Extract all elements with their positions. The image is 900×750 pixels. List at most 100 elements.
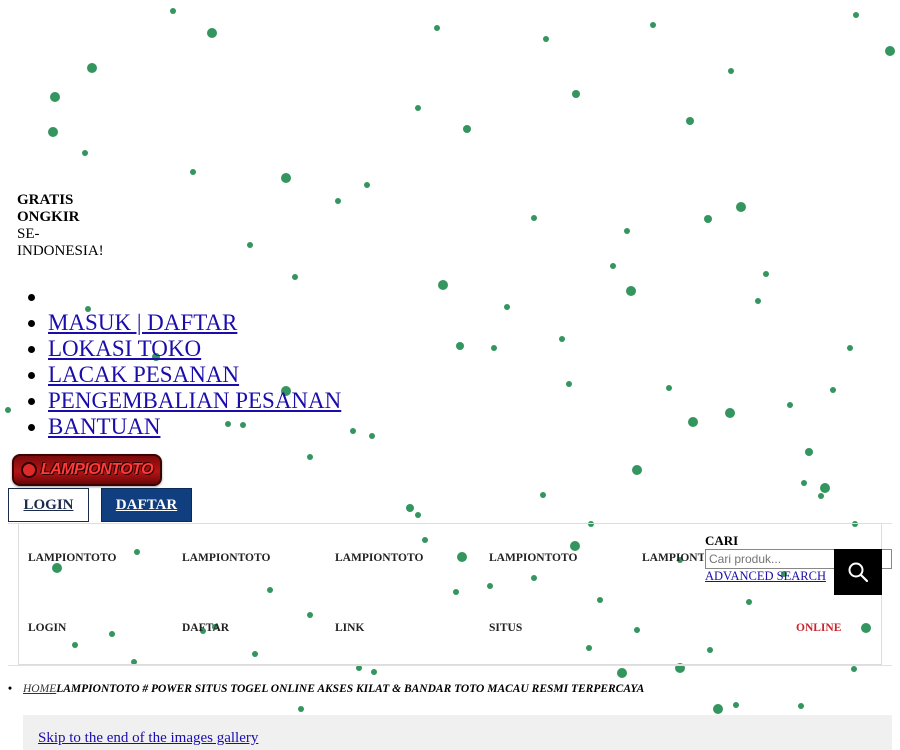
decorative-dot: [566, 381, 572, 387]
nav-item[interactable]: LAMPIONTOTO: [489, 552, 577, 564]
decorative-dot: [818, 493, 824, 499]
decorative-dot: [851, 666, 857, 672]
advanced-search-link[interactable]: ADVANCED SEARCH: [705, 569, 826, 584]
skip-gallery-link[interactable]: Skip to the end of the images gallery: [38, 730, 258, 747]
decorative-dot: [406, 504, 414, 512]
decorative-dot: [733, 702, 739, 708]
top-links-list: MASUK | DAFTAR LOKASI TOKO LACAK PESANAN…: [48, 284, 341, 440]
login-button[interactable]: LOGIN: [8, 488, 89, 522]
decorative-dot: [559, 336, 565, 342]
decorative-dot: [650, 22, 656, 28]
decorative-dot: [540, 492, 546, 498]
decorative-dot: [728, 68, 734, 74]
decorative-dot: [335, 198, 341, 204]
decorative-dot: [624, 228, 630, 234]
decorative-dot: [170, 8, 176, 14]
store-location-link[interactable]: LOKASI TOKO: [48, 336, 201, 361]
decorative-dot: [617, 668, 627, 678]
decorative-dot: [364, 182, 370, 188]
search-icon: [848, 562, 869, 583]
top-link-item: LOKASI TOKO: [48, 336, 341, 362]
divider: [8, 665, 892, 666]
promo-line-1: GRATIS: [17, 192, 74, 208]
gallery-section: Skip to the end of the images gallery: [23, 715, 892, 750]
decorative-dot: [307, 454, 313, 460]
order-return-link[interactable]: PENGEMBALIAN PESANAN: [48, 388, 341, 413]
decorative-dot: [292, 274, 298, 280]
nav-item-link[interactable]: LINK: [335, 622, 364, 634]
breadcrumb-home-link[interactable]: HOME: [23, 683, 56, 695]
decorative-dot: [688, 417, 698, 427]
decorative-dot: [491, 345, 497, 351]
promo-line-3: SE-: [17, 226, 40, 242]
decorative-dot: [847, 345, 853, 351]
promo-line-4: INDONESIA!: [17, 243, 104, 259]
nav-item-situs[interactable]: SITUS: [489, 622, 522, 634]
decorative-dot: [438, 280, 448, 290]
track-order-link[interactable]: LACAK PESANAN: [48, 362, 239, 387]
nav-item-daftar[interactable]: DAFTAR: [182, 622, 229, 634]
decorative-dot: [543, 36, 549, 42]
decorative-dot: [504, 304, 510, 310]
decorative-dot: [82, 150, 88, 156]
decorative-dot: [853, 12, 859, 18]
decorative-dot: [434, 25, 440, 31]
breadcrumb-bullet: •: [8, 683, 13, 695]
decorative-dot: [798, 703, 804, 709]
help-link[interactable]: BANTUAN: [48, 414, 160, 439]
main-navigation: [18, 523, 882, 665]
decorative-dot: [763, 271, 769, 277]
lantern-icon: [20, 462, 37, 478]
decorative-dot: [463, 125, 471, 133]
decorative-dot: [48, 127, 58, 137]
decorative-dot: [87, 63, 97, 73]
decorative-dot: [456, 342, 464, 350]
decorative-dot: [298, 706, 304, 712]
decorative-dot: [207, 28, 217, 38]
site-logo[interactable]: LAMPIONTOTO: [12, 454, 162, 486]
register-button[interactable]: DAFTAR: [101, 488, 192, 522]
nav-item[interactable]: LAMPIONTOTO: [335, 552, 423, 564]
decorative-dot: [415, 512, 421, 518]
decorative-dot: [531, 215, 537, 221]
search-label: CARI: [705, 533, 739, 548]
decorative-dot: [755, 298, 761, 304]
decorative-dot: [190, 169, 196, 175]
decorative-dot: [371, 669, 377, 675]
breadcrumb: • HOMELAMPIONTOTO # POWER SITUS TOGEL ON…: [8, 683, 645, 695]
top-link-item: PENGEMBALIAN PESANAN: [48, 388, 341, 414]
top-link-item: BANTUAN: [48, 414, 341, 440]
decorative-dot: [610, 263, 616, 269]
decorative-dot: [369, 433, 375, 439]
logo-text: LAMPIONTOTO: [40, 461, 154, 478]
breadcrumb-current: LAMPIONTOTO # POWER SITUS TOGEL ONLINE A…: [56, 683, 645, 695]
decorative-dot: [281, 173, 291, 183]
nav-item-online[interactable]: ONLINE: [796, 622, 841, 634]
decorative-dot: [713, 704, 723, 714]
login-register-link[interactable]: MASUK | DAFTAR: [48, 310, 237, 335]
decorative-dot: [736, 202, 746, 212]
decorative-dot: [830, 387, 836, 393]
top-link-item: MASUK | DAFTAR: [48, 310, 341, 336]
decorative-dot: [666, 385, 672, 391]
decorative-dot: [572, 90, 580, 98]
decorative-dot: [5, 407, 11, 413]
nav-item-login[interactable]: LOGIN: [28, 622, 66, 634]
promo-line-2: ONGKIR: [17, 209, 80, 225]
nav-item[interactable]: LAMPIONTO: [642, 552, 704, 564]
decorative-dot: [415, 105, 421, 111]
decorative-dot: [725, 408, 735, 418]
free-shipping-promo: GRATIS ONGKIR SE- INDONESIA!: [17, 192, 112, 260]
decorative-dot: [885, 46, 895, 56]
decorative-dot: [787, 402, 793, 408]
decorative-dot: [626, 286, 636, 296]
search-button[interactable]: [834, 549, 882, 595]
nav-item[interactable]: LAMPIONTOTO: [182, 552, 270, 564]
decorative-dot: [350, 428, 356, 434]
decorative-dot: [805, 448, 813, 456]
decorative-dot: [247, 242, 253, 248]
decorative-dot: [704, 215, 712, 223]
top-link-item: LACAK PESANAN: [48, 362, 341, 388]
decorative-dot: [820, 483, 830, 493]
nav-item[interactable]: LAMPIONTOTO: [28, 552, 116, 564]
